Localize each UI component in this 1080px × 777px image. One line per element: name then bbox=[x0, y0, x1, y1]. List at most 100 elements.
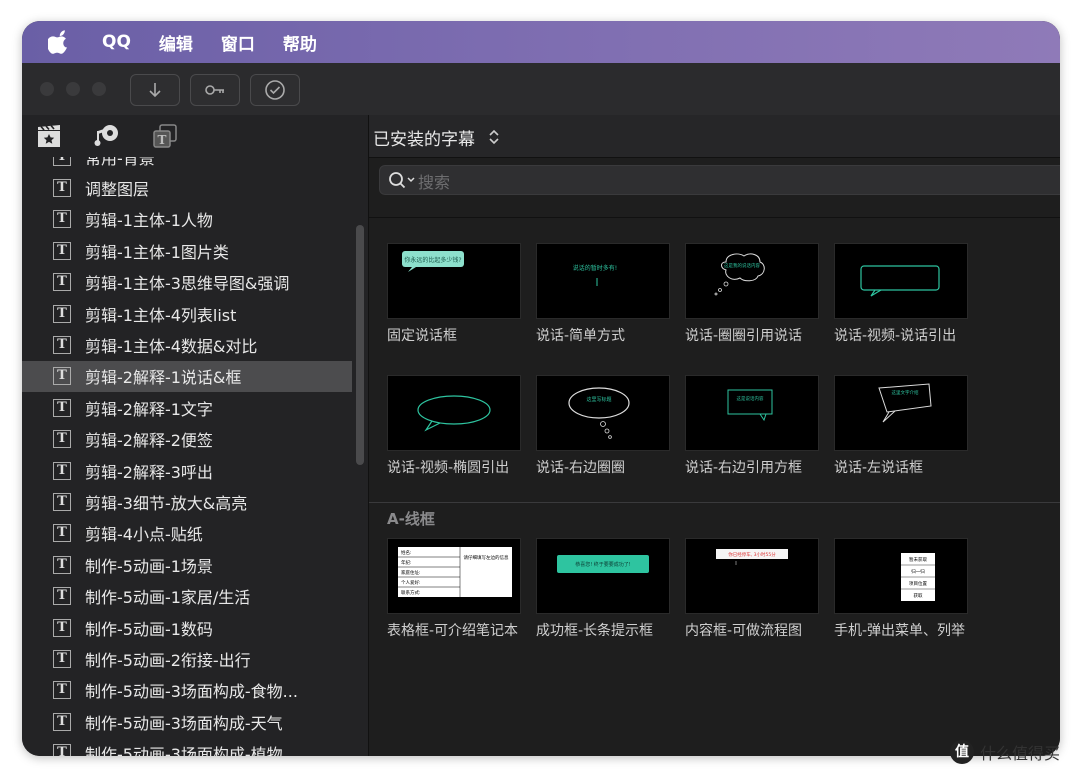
titles-icon[interactable]: T bbox=[152, 123, 178, 149]
sidebar-item[interactable]: T 制作-5动画-3场面构成-植物 bbox=[22, 738, 352, 756]
thumb-table-box[interactable]: 姓名: 年纪: 家庭住址: 个人爱好: 联系方式: 请仔细填写左边的信息 bbox=[387, 538, 521, 614]
thumb-menu-row: 暂未获取 bbox=[909, 556, 927, 563]
thumb-label: 说话-简单方式 bbox=[536, 328, 626, 344]
thumb-video-ellipse-speech[interactable] bbox=[387, 375, 521, 451]
thumb-fixed-speech-box[interactable]: 你永远的比起多少钱? bbox=[387, 243, 521, 319]
sidebar-item[interactable]: T 剪辑-2解释-2便签 bbox=[22, 424, 352, 455]
sidebar-item[interactable]: T 制作-5动画-3场面构成-天气 bbox=[22, 706, 352, 737]
thumb-text: 这是我的说话内容 bbox=[724, 262, 760, 269]
clapperboard-icon[interactable] bbox=[36, 123, 62, 149]
title-template-icon: T bbox=[53, 712, 71, 731]
watermark: 值 什么值得买 bbox=[950, 740, 1060, 764]
thumb-content-box[interactable]: 你已经停车, 3小时55分 bbox=[685, 538, 819, 614]
app-window: QQ 编辑 窗口 帮助 T常用-背景T调整图层T剪辑-1主体-1 bbox=[22, 21, 1060, 756]
sidebar-item-label: 剪辑-4小点-贴纸 bbox=[85, 525, 203, 545]
title-template-icon: T bbox=[53, 335, 71, 354]
thumb-table-row: 联系方式: bbox=[401, 589, 421, 596]
menu-item-qq[interactable]: QQ bbox=[102, 32, 131, 52]
toolbar bbox=[22, 63, 1060, 116]
sidebar-item-label: 调整图层 bbox=[85, 179, 150, 199]
sidebar-item[interactable]: T 剪辑-1主体-1人物 bbox=[22, 204, 352, 235]
sidebar-item-label: 剪辑-2解释-2便签 bbox=[85, 431, 213, 451]
sidebar-item-label: 剪辑-2解释-1文字 bbox=[85, 399, 213, 419]
sidebar-item-label: 剪辑-3细节-放大&高亮 bbox=[85, 493, 248, 513]
sidebar-item-label: 制作-5动画-1数码 bbox=[85, 619, 213, 639]
title-template-icon: T bbox=[53, 492, 71, 511]
sidebar-item[interactable]: T 制作-5动画-2衔接-出行 bbox=[22, 643, 352, 674]
menu-item-window[interactable]: 窗口 bbox=[221, 30, 255, 55]
sidebar-item-label: 剪辑-1主体-1人物 bbox=[85, 211, 213, 231]
sidebar-item[interactable]: T 制作-5动画-1家居/生活 bbox=[22, 581, 352, 612]
sidebar-item[interactable]: T 调整图层 bbox=[22, 172, 352, 203]
sidebar-item-label: 剪辑-1主体-4列表list bbox=[85, 305, 237, 325]
thumb-right-quote-box[interactable]: 这是说话内容 bbox=[685, 375, 819, 451]
title-template-icon: T bbox=[53, 273, 71, 292]
check-button[interactable] bbox=[250, 74, 300, 106]
thumb-left-speech-box[interactable]: 这里文字介绍 bbox=[834, 375, 968, 451]
thumb-table-row: 姓名: bbox=[401, 549, 412, 556]
main-panel: 已安装的字幕 搜索 你永远的比起多少钱? 固定说话框 说话的暂时多有! 说话-简… bbox=[369, 115, 1060, 756]
title-template-icon: T bbox=[53, 524, 71, 543]
download-icon bbox=[149, 83, 161, 98]
watermark-text: 什么值得买 bbox=[980, 744, 1061, 763]
minimize-window-button[interactable] bbox=[66, 82, 80, 96]
key-button[interactable] bbox=[190, 74, 240, 106]
installed-titles-dropdown[interactable]: 已安装的字幕 bbox=[373, 125, 475, 150]
sidebar-item[interactable]: T 剪辑-3细节-放大&高亮 bbox=[22, 486, 352, 517]
browser-header: 已安装的字幕 bbox=[369, 115, 1060, 158]
zoom-window-button[interactable] bbox=[92, 82, 106, 96]
music-icon[interactable] bbox=[94, 123, 120, 149]
menu-item-help[interactable]: 帮助 bbox=[283, 30, 317, 55]
title-template-icon: T bbox=[53, 681, 71, 700]
thumb-text: 这里文字介绍 bbox=[892, 389, 919, 396]
sidebar-item[interactable]: T 剪辑-4小点-贴纸 bbox=[22, 518, 352, 549]
thumb-text: 你永远的比起多少钱? bbox=[404, 256, 461, 264]
thumb-table-row: 家庭住址: bbox=[401, 569, 421, 576]
checkmark-icon bbox=[265, 80, 285, 100]
title-template-icon: T bbox=[53, 398, 71, 417]
title-template-icon: T bbox=[53, 241, 71, 260]
thumb-table-row: 个人爱好: bbox=[401, 579, 421, 586]
thumb-label: 手机-弹出菜单、列举 bbox=[834, 623, 966, 639]
title-template-icon: T bbox=[53, 649, 71, 668]
title-template-icon: T bbox=[53, 178, 71, 197]
sidebar-item[interactable]: T 制作-5动画-1数码 bbox=[22, 612, 352, 643]
sidebar-item[interactable]: T 剪辑-1主体-1图片类 bbox=[22, 235, 352, 266]
title-template-icon: T bbox=[53, 555, 71, 574]
sidebar-item[interactable]: T 剪辑-1主体-4数据&对比 bbox=[22, 329, 352, 360]
thumb-video-speech-out[interactable] bbox=[834, 243, 968, 319]
sidebar-item-label: 制作-5动画-3场面构成-食物... bbox=[85, 682, 298, 702]
thumb-circle-quote-speech[interactable]: 这是我的说话内容 bbox=[685, 243, 819, 319]
thumb-label: 固定说话框 bbox=[387, 328, 457, 344]
sidebar: T常用-背景T调整图层T剪辑-1主体-1人物T剪辑-1主体-1图片类T剪辑-1主… bbox=[22, 115, 369, 756]
thumb-label: 表格框-可介绍笔记本 bbox=[387, 623, 519, 639]
sidebar-item[interactable]: T 制作-5动画-3场面构成-食物... bbox=[22, 675, 352, 706]
close-window-button[interactable] bbox=[40, 82, 54, 96]
apple-icon[interactable] bbox=[48, 30, 70, 54]
thumb-success-bar[interactable]: 恭喜您! 终于要要成功了! bbox=[536, 538, 670, 614]
sidebar-item[interactable]: T 剪辑-1主体-3思维导图&强调 bbox=[22, 267, 352, 298]
sidebar-scrollbar[interactable] bbox=[356, 225, 364, 465]
download-button[interactable] bbox=[130, 74, 180, 106]
watermark-logo: 值 bbox=[950, 740, 974, 764]
divider bbox=[369, 217, 1060, 218]
thumb-text: 你已经停车, 3小时55分 bbox=[728, 551, 776, 558]
sidebar-item[interactable]: T 剪辑-2解释-1文字 bbox=[22, 392, 352, 423]
svg-text:T: T bbox=[158, 133, 167, 147]
sidebar-item[interactable]: T 制作-5动画-1场景 bbox=[22, 549, 352, 580]
sidebar-item[interactable]: T 剪辑-2解释-1说话&框 bbox=[22, 360, 352, 392]
thumb-simple-speech[interactable]: 说话的暂时多有! bbox=[536, 243, 670, 319]
thumb-phone-menu[interactable]: 暂未获取归一归项目位置获取 bbox=[834, 538, 968, 614]
title-template-icon: T bbox=[53, 367, 71, 386]
thumb-menu-row: 项目位置 bbox=[909, 580, 927, 587]
sidebar-item-label: 剪辑-2解释-3呼出 bbox=[85, 462, 213, 482]
sidebar-item[interactable]: T 剪辑-2解释-3呼出 bbox=[22, 455, 352, 486]
chevron-updown-icon[interactable] bbox=[487, 128, 501, 146]
sidebar-item[interactable]: T 剪辑-1主体-4列表list bbox=[22, 298, 352, 329]
search-icon[interactable] bbox=[388, 170, 418, 190]
menu-item-edit[interactable]: 编辑 bbox=[159, 30, 193, 55]
search-bar[interactable]: 搜索 bbox=[379, 165, 1060, 195]
thumb-right-circle[interactable]: 这里写标题 bbox=[536, 375, 670, 451]
section-title: A-线框 bbox=[387, 510, 435, 528]
search-input[interactable]: 搜索 bbox=[418, 169, 450, 193]
